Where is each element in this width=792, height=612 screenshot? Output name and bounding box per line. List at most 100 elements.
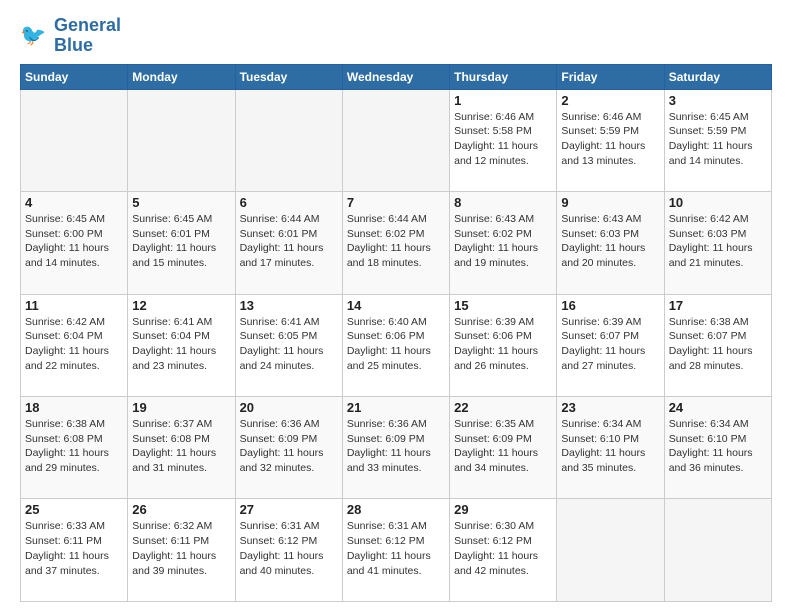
calendar-cell: 11 Sunrise: 6:42 AM Sunset: 6:04 PM Dayli… bbox=[21, 294, 128, 396]
day-number: 11 bbox=[25, 298, 123, 313]
calendar-cell: 10 Sunrise: 6:42 AM Sunset: 6:03 PM Dayli… bbox=[664, 192, 771, 294]
day-info: Sunrise: 6:39 AM Sunset: 6:07 PM Dayligh… bbox=[561, 315, 659, 374]
logo-icon: 🐦 bbox=[20, 21, 50, 51]
calendar-cell: 3 Sunrise: 6:45 AM Sunset: 5:59 PM Daylig… bbox=[664, 89, 771, 191]
day-number: 6 bbox=[240, 195, 338, 210]
day-info: Sunrise: 6:46 AM Sunset: 5:58 PM Dayligh… bbox=[454, 110, 552, 169]
calendar-cell: 5 Sunrise: 6:45 AM Sunset: 6:01 PM Daylig… bbox=[128, 192, 235, 294]
calendar-cell: 15Sunrise: 6:39 AM Sunset: 6:06 PM Dayli… bbox=[450, 294, 557, 396]
day-header-thursday: Thursday bbox=[450, 64, 557, 89]
calendar-cell bbox=[664, 499, 771, 602]
day-number: 27 bbox=[240, 502, 338, 517]
calendar-cell: 13 Sunrise: 6:41 AM Sunset: 6:05 PM Dayli… bbox=[235, 294, 342, 396]
calendar-cell bbox=[235, 89, 342, 191]
day-info: Sunrise: 6:39 AM Sunset: 6:06 PM Dayligh… bbox=[454, 315, 552, 374]
calendar-cell bbox=[128, 89, 235, 191]
day-info: Sunrise: 6:37 AM Sunset: 6:08 PM Dayligh… bbox=[132, 417, 230, 476]
day-info: Sunrise: 6:45 AM Sunset: 5:59 PM Dayligh… bbox=[669, 110, 767, 169]
day-number: 21 bbox=[347, 400, 445, 415]
day-info: Sunrise: 6:40 AM Sunset: 6:06 PM Dayligh… bbox=[347, 315, 445, 374]
day-number: 5 bbox=[132, 195, 230, 210]
day-header-friday: Friday bbox=[557, 64, 664, 89]
calendar-cell: 16 Sunrise: 6:39 AM Sunset: 6:07 PM Dayli… bbox=[557, 294, 664, 396]
logo: 🐦 GeneralBlue bbox=[20, 16, 121, 56]
day-header-saturday: Saturday bbox=[664, 64, 771, 89]
day-info: Sunrise: 6:44 AM Sunset: 6:01 PM Dayligh… bbox=[240, 212, 338, 271]
day-info: Sunrise: 6:41 AM Sunset: 6:05 PM Dayligh… bbox=[240, 315, 338, 374]
day-number: 23 bbox=[561, 400, 659, 415]
calendar-cell: 7 Sunrise: 6:44 AM Sunset: 6:02 PM Daylig… bbox=[342, 192, 449, 294]
day-header-sunday: Sunday bbox=[21, 64, 128, 89]
logo-text: GeneralBlue bbox=[54, 16, 121, 56]
calendar-cell: 1 Sunrise: 6:46 AM Sunset: 5:58 PM Daylig… bbox=[450, 89, 557, 191]
day-number: 14 bbox=[347, 298, 445, 313]
day-info: Sunrise: 6:45 AM Sunset: 6:01 PM Dayligh… bbox=[132, 212, 230, 271]
day-info: Sunrise: 6:43 AM Sunset: 6:03 PM Dayligh… bbox=[561, 212, 659, 271]
day-info: Sunrise: 6:36 AM Sunset: 6:09 PM Dayligh… bbox=[240, 417, 338, 476]
day-info: Sunrise: 6:34 AM Sunset: 6:10 PM Dayligh… bbox=[561, 417, 659, 476]
day-number: 20 bbox=[240, 400, 338, 415]
day-header-monday: Monday bbox=[128, 64, 235, 89]
calendar-cell: 6 Sunrise: 6:44 AM Sunset: 6:01 PM Daylig… bbox=[235, 192, 342, 294]
day-info: Sunrise: 6:33 AM Sunset: 6:11 PM Dayligh… bbox=[25, 519, 123, 578]
calendar-cell: 25 Sunrise: 6:33 AM Sunset: 6:11 PM Dayli… bbox=[21, 499, 128, 602]
calendar-week-4: 18 Sunrise: 6:38 AM Sunset: 6:08 PM Dayli… bbox=[21, 397, 772, 499]
calendar-cell: 2 Sunrise: 6:46 AM Sunset: 5:59 PM Daylig… bbox=[557, 89, 664, 191]
day-number: 22 bbox=[454, 400, 552, 415]
calendar-cell: 8Sunrise: 6:43 AM Sunset: 6:02 PM Daylig… bbox=[450, 192, 557, 294]
day-info: Sunrise: 6:38 AM Sunset: 6:07 PM Dayligh… bbox=[669, 315, 767, 374]
calendar-header-row: SundayMondayTuesdayWednesdayThursdayFrid… bbox=[21, 64, 772, 89]
day-number: 18 bbox=[25, 400, 123, 415]
day-header-tuesday: Tuesday bbox=[235, 64, 342, 89]
day-number: 25 bbox=[25, 502, 123, 517]
day-number: 7 bbox=[347, 195, 445, 210]
day-info: Sunrise: 6:32 AM Sunset: 6:11 PM Dayligh… bbox=[132, 519, 230, 578]
day-number: 12 bbox=[132, 298, 230, 313]
calendar-week-2: 4Sunrise: 6:45 AM Sunset: 6:00 PM Daylig… bbox=[21, 192, 772, 294]
calendar-cell: 22 Sunrise: 6:35 AM Sunset: 6:09 PM Dayli… bbox=[450, 397, 557, 499]
day-info: Sunrise: 6:44 AM Sunset: 6:02 PM Dayligh… bbox=[347, 212, 445, 271]
calendar-table: SundayMondayTuesdayWednesdayThursdayFrid… bbox=[20, 64, 772, 602]
day-number: 1 bbox=[454, 93, 552, 108]
header: 🐦 GeneralBlue bbox=[20, 16, 772, 56]
day-info: Sunrise: 6:41 AM Sunset: 6:04 PM Dayligh… bbox=[132, 315, 230, 374]
calendar-week-5: 25 Sunrise: 6:33 AM Sunset: 6:11 PM Dayli… bbox=[21, 499, 772, 602]
day-number: 13 bbox=[240, 298, 338, 313]
calendar-cell bbox=[557, 499, 664, 602]
calendar-cell: 12 Sunrise: 6:41 AM Sunset: 6:04 PM Dayli… bbox=[128, 294, 235, 396]
day-number: 3 bbox=[669, 93, 767, 108]
calendar-week-3: 11 Sunrise: 6:42 AM Sunset: 6:04 PM Dayli… bbox=[21, 294, 772, 396]
calendar-cell: 20 Sunrise: 6:36 AM Sunset: 6:09 PM Dayli… bbox=[235, 397, 342, 499]
calendar-cell: 4Sunrise: 6:45 AM Sunset: 6:00 PM Daylig… bbox=[21, 192, 128, 294]
calendar-cell: 28 Sunrise: 6:31 AM Sunset: 6:12 PM Dayli… bbox=[342, 499, 449, 602]
day-number: 2 bbox=[561, 93, 659, 108]
calendar-cell: 17 Sunrise: 6:38 AM Sunset: 6:07 PM Dayli… bbox=[664, 294, 771, 396]
day-info: Sunrise: 6:30 AM Sunset: 6:12 PM Dayligh… bbox=[454, 519, 552, 578]
calendar-cell: 24Sunrise: 6:34 AM Sunset: 6:10 PM Dayli… bbox=[664, 397, 771, 499]
day-number: 16 bbox=[561, 298, 659, 313]
day-number: 17 bbox=[669, 298, 767, 313]
calendar-cell: 21 Sunrise: 6:36 AM Sunset: 6:09 PM Dayli… bbox=[342, 397, 449, 499]
day-info: Sunrise: 6:43 AM Sunset: 6:02 PM Dayligh… bbox=[454, 212, 552, 271]
day-info: Sunrise: 6:42 AM Sunset: 6:04 PM Dayligh… bbox=[25, 315, 123, 374]
page: 🐦 GeneralBlue SundayMondayTuesdayWednesd… bbox=[0, 0, 792, 612]
calendar-cell bbox=[21, 89, 128, 191]
svg-text:🐦: 🐦 bbox=[20, 24, 46, 47]
day-number: 28 bbox=[347, 502, 445, 517]
day-info: Sunrise: 6:31 AM Sunset: 6:12 PM Dayligh… bbox=[347, 519, 445, 578]
calendar-cell: 23 Sunrise: 6:34 AM Sunset: 6:10 PM Dayli… bbox=[557, 397, 664, 499]
day-info: Sunrise: 6:36 AM Sunset: 6:09 PM Dayligh… bbox=[347, 417, 445, 476]
day-info: Sunrise: 6:35 AM Sunset: 6:09 PM Dayligh… bbox=[454, 417, 552, 476]
day-info: Sunrise: 6:46 AM Sunset: 5:59 PM Dayligh… bbox=[561, 110, 659, 169]
day-info: Sunrise: 6:31 AM Sunset: 6:12 PM Dayligh… bbox=[240, 519, 338, 578]
day-info: Sunrise: 6:34 AM Sunset: 6:10 PM Dayligh… bbox=[669, 417, 767, 476]
day-number: 10 bbox=[669, 195, 767, 210]
day-info: Sunrise: 6:42 AM Sunset: 6:03 PM Dayligh… bbox=[669, 212, 767, 271]
calendar-cell: 14 Sunrise: 6:40 AM Sunset: 6:06 PM Dayli… bbox=[342, 294, 449, 396]
calendar-week-1: 1 Sunrise: 6:46 AM Sunset: 5:58 PM Daylig… bbox=[21, 89, 772, 191]
day-info: Sunrise: 6:38 AM Sunset: 6:08 PM Dayligh… bbox=[25, 417, 123, 476]
calendar-cell: 29Sunrise: 6:30 AM Sunset: 6:12 PM Dayli… bbox=[450, 499, 557, 602]
day-number: 9 bbox=[561, 195, 659, 210]
day-number: 26 bbox=[132, 502, 230, 517]
calendar-cell: 27 Sunrise: 6:31 AM Sunset: 6:12 PM Dayli… bbox=[235, 499, 342, 602]
